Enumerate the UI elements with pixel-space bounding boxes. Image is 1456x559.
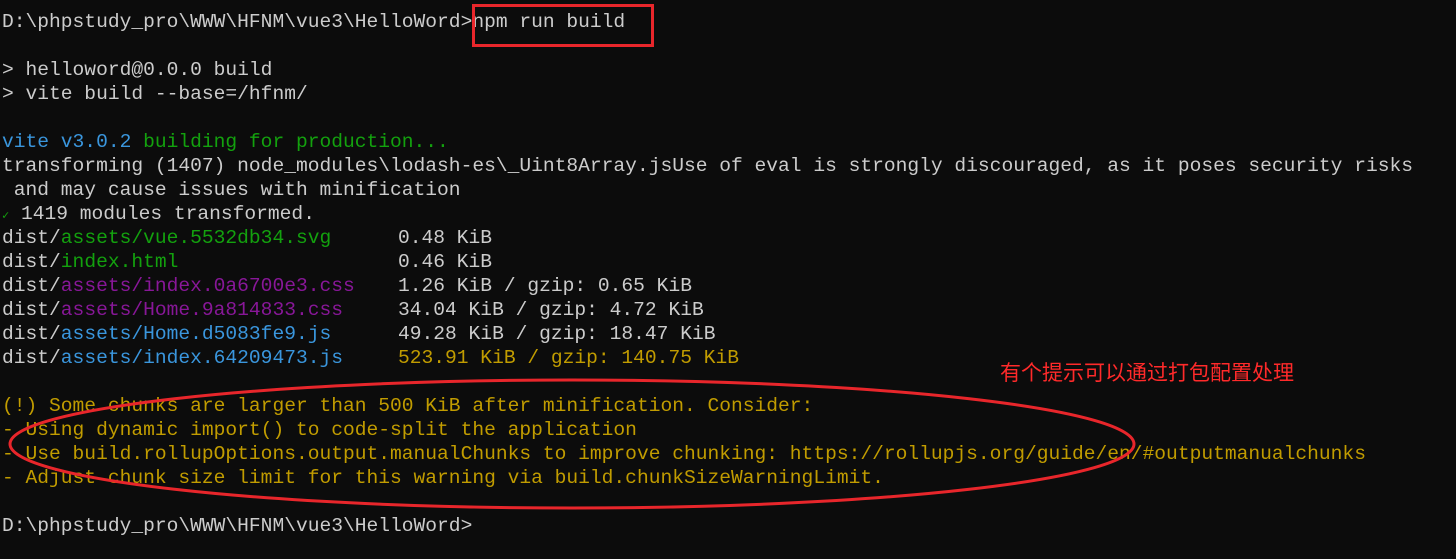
prompt-line: D:\phpstudy_pro\WWW\HFNM\vue3\HelloWord> <box>2 515 473 537</box>
file-name: assets/Home.d5083fe9.js <box>60 323 332 345</box>
file-row: dist/assets/index.0a6700e3.css 1.26 KiB /… <box>2 274 1413 298</box>
file-size: 49.28 KiB / gzip: 18.47 KiB <box>398 323 716 345</box>
file-dir: dist/ <box>2 251 61 273</box>
file-name: index.html <box>60 251 179 273</box>
file-row: dist/assets/vue.5532db34.svg 0.48 KiB <box>2 226 1413 250</box>
file-dir: dist/ <box>2 275 61 297</box>
warning-line: (!) Some chunks are larger than 500 KiB … <box>2 395 814 417</box>
annotation-text: 有个提示可以通过打包配置处理 <box>1000 361 1294 385</box>
file-dir: dist/ <box>2 347 61 369</box>
file-path: dist/assets/Home.9a814833.css <box>2 298 398 322</box>
script-line: > vite build --base=/hfnm/ <box>2 83 308 105</box>
file-name: assets/Home.9a814833.css <box>60 299 343 321</box>
file-dir: dist/ <box>2 299 61 321</box>
file-size: 34.04 KiB / gzip: 4.72 KiB <box>398 299 704 321</box>
modules-text: 1419 modules transformed. <box>9 203 315 225</box>
highlight-box <box>472 4 654 47</box>
file-name: assets/vue.5532db34.svg <box>60 227 332 249</box>
vite-version: vite v3.0.2 <box>2 131 132 153</box>
file-size: 1.26 KiB / gzip: 0.65 KiB <box>398 275 692 297</box>
file-dir: dist/ <box>2 323 61 345</box>
building-text: building for production... <box>131 131 449 153</box>
file-path: dist/assets/Home.d5083fe9.js <box>2 322 398 346</box>
file-path: dist/assets/index.64209473.js <box>2 346 398 370</box>
vite-building-line: vite v3.0.2 building for production... <box>2 130 1413 154</box>
file-name: assets/index.64209473.js <box>60 347 343 369</box>
file-size: 0.46 KiB <box>398 251 493 273</box>
file-path: dist/index.html <box>2 250 398 274</box>
modules-line: ✓ 1419 modules transformed. <box>2 202 1413 226</box>
file-size: 523.91 KiB / gzip: 140.75 KiB <box>398 347 739 369</box>
prompt: D:\phpstudy_pro\WWW\HFNM\vue3\HelloWord> <box>2 11 473 33</box>
transform-line: transforming (1407) node_modules\lodash-… <box>2 155 1413 177</box>
file-row: dist/assets/Home.9a814833.css 34.04 KiB /… <box>2 298 1413 322</box>
transform-line-cont: and may cause issues with minification <box>2 179 461 201</box>
script-line: > helloword@0.0.0 build <box>2 59 273 81</box>
file-path: dist/assets/index.0a6700e3.css <box>2 274 398 298</box>
warning-line: - Use build.rollupOptions.output.manualC… <box>2 443 1366 465</box>
file-dir: dist/ <box>2 227 61 249</box>
terminal-output: D:\phpstudy_pro\WWW\HFNM\vue3\HelloWord>… <box>2 10 1413 538</box>
file-row: dist/index.html 0.46 KiB <box>2 250 1413 274</box>
warning-line: - Using dynamic import() to code-split t… <box>2 419 637 441</box>
warning-line: - Adjust chunk size limit for this warni… <box>2 467 884 489</box>
file-name: assets/index.0a6700e3.css <box>60 275 355 297</box>
command-line: D:\phpstudy_pro\WWW\HFNM\vue3\HelloWord>… <box>2 10 1413 34</box>
file-row: dist/assets/Home.d5083fe9.js 49.28 KiB / … <box>2 322 1413 346</box>
file-size: 0.48 KiB <box>398 227 493 249</box>
file-list: dist/assets/vue.5532db34.svg 0.48 KiB dist… <box>2 226 1413 370</box>
file-path: dist/assets/vue.5532db34.svg <box>2 226 398 250</box>
